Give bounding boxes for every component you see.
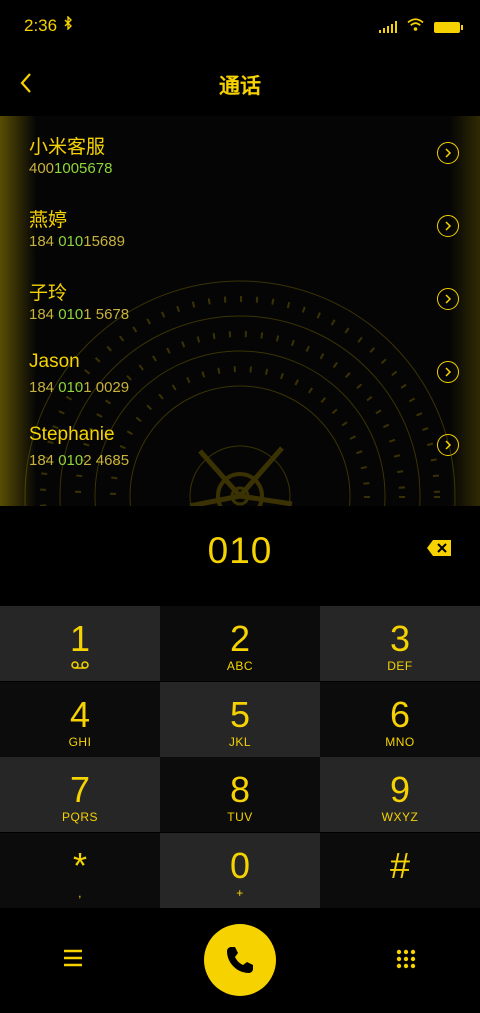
- key-letters: TUV: [227, 810, 253, 824]
- key-4[interactable]: 4 GHI: [0, 682, 160, 757]
- key-9[interactable]: 9 WXYZ: [320, 757, 480, 832]
- key-letters: WXYZ: [381, 810, 419, 824]
- dial-display: 010: [0, 506, 480, 606]
- wifi-icon: [407, 18, 424, 36]
- status-time: 2:36: [24, 16, 58, 35]
- contact-detail-icon[interactable]: [437, 361, 459, 383]
- contact-number: 184 0102 4685: [29, 452, 130, 469]
- key-digit: #: [389, 845, 411, 886]
- contact-name: 燕婷: [29, 210, 68, 231]
- key-digit: 6: [389, 694, 411, 735]
- key-letters: MNO: [385, 735, 415, 749]
- key-7[interactable]: 7 PQRS: [0, 757, 160, 832]
- key-1[interactable]: 1: [0, 606, 160, 681]
- contact-detail-icon[interactable]: [437, 434, 459, 456]
- contact-name: Jason: [29, 351, 80, 372]
- key-digit: 5: [229, 694, 251, 735]
- key-letters: JKL: [228, 735, 252, 749]
- key-digit: 9: [389, 769, 411, 810]
- key-letters: DEF: [387, 659, 413, 673]
- contact-number: 184 0101 0029: [29, 379, 130, 396]
- page-title: 通话: [219, 75, 261, 98]
- key-letters: +: [236, 886, 244, 900]
- contact-suggestion-list: 小米客服 4001005678 燕婷 184 01015689 子玲 184 0…: [0, 116, 480, 506]
- menu-icon[interactable]: [63, 949, 83, 967]
- key-6[interactable]: 6 MNO: [320, 682, 480, 757]
- contact-row[interactable]: Jason 184 0101 0029: [0, 335, 480, 408]
- voicemail-icon: [0, 659, 160, 673]
- key-digit: 4: [69, 694, 91, 735]
- key-hash[interactable]: #: [320, 833, 480, 908]
- key-0[interactable]: 0 +: [160, 833, 320, 908]
- dialed-number: 010: [207, 530, 273, 571]
- key-digit: 1: [69, 618, 91, 659]
- key-digit: 8: [229, 769, 251, 810]
- contact-row[interactable]: 燕婷 184 01015689: [0, 189, 480, 262]
- key-star[interactable]: * ,: [0, 833, 160, 908]
- phone-icon: [227, 947, 253, 973]
- key-2[interactable]: 2 ABC: [160, 606, 320, 681]
- dialpad-icon[interactable]: [396, 949, 416, 969]
- contact-name: 子玲: [29, 283, 68, 304]
- key-letters: PQRS: [61, 810, 98, 824]
- key-letters: GHI: [68, 735, 92, 749]
- contact-row[interactable]: Stephanie 184 0102 4685: [0, 408, 480, 481]
- status-bar: 2:36: [0, 0, 480, 52]
- key-digit: 2: [229, 618, 251, 659]
- backspace-icon[interactable]: [426, 539, 452, 557]
- key-5[interactable]: 5 JKL: [160, 682, 320, 757]
- key-digit: 3: [389, 618, 411, 659]
- contact-detail-icon[interactable]: [437, 288, 459, 310]
- key-letters: ABC: [226, 659, 254, 673]
- key-digit: *: [72, 845, 87, 886]
- contact-number: 184 01015689: [29, 233, 125, 250]
- key-letters: ,: [78, 886, 82, 900]
- contact-name: Stephanie: [29, 424, 115, 445]
- dial-keypad: 1 2 ABC 3 DEF 4 GHI 5 JKL 6 MNO 7 PQRS 8…: [0, 606, 480, 908]
- bluetooth-icon: [64, 15, 73, 33]
- key-digit: 0: [229, 845, 251, 886]
- call-button[interactable]: [204, 924, 276, 996]
- header: 通话: [0, 52, 480, 114]
- key-digit: 7: [69, 769, 91, 810]
- battery-icon: [434, 21, 463, 33]
- contact-number: 4001005678: [29, 160, 113, 177]
- contact-name: 小米客服: [29, 137, 106, 158]
- bottom-bar: [0, 908, 480, 1013]
- contact-detail-icon[interactable]: [437, 142, 459, 164]
- key-8[interactable]: 8 TUV: [160, 757, 320, 832]
- contact-row[interactable]: 子玲 184 0101 5678: [0, 262, 480, 335]
- signal-icon: [379, 21, 397, 33]
- contact-row[interactable]: 小米客服 4001005678: [0, 116, 480, 189]
- key-3[interactable]: 3 DEF: [320, 606, 480, 681]
- contact-detail-icon[interactable]: [437, 215, 459, 237]
- contact-number: 184 0101 5678: [29, 306, 130, 323]
